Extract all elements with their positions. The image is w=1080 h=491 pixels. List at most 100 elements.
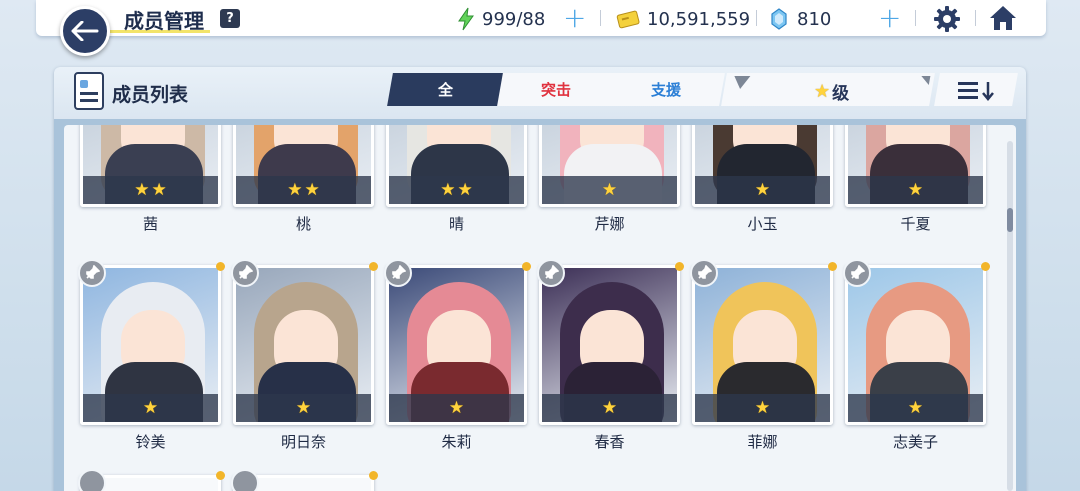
notification-dot [369, 471, 378, 480]
notification-dot [369, 262, 378, 271]
notification-dot [216, 262, 225, 271]
tab-all[interactable]: 全 [387, 73, 505, 106]
home-icon [990, 6, 1016, 30]
credits-value: 10,591,559 [647, 8, 751, 30]
home-button[interactable] [988, 4, 1018, 36]
member-portrait: ★ [386, 265, 527, 425]
star-icon: ★ [440, 179, 456, 200]
help-button[interactable]: ? [220, 9, 240, 28]
dropdown-corner-icon [919, 76, 931, 85]
stamina-value: 999/88 [482, 8, 546, 30]
member-name: 晴 [448, 215, 464, 233]
member-name: 铃美 [135, 433, 166, 451]
settings-button[interactable] [933, 5, 961, 37]
add-gems-button[interactable]: + [878, 4, 901, 32]
credits-display: 10,591,559 [616, 7, 750, 31]
member-card[interactable]: ★ 千夏 [845, 125, 986, 235]
member-card[interactable]: ★ 小玉 [692, 125, 833, 235]
member-grid[interactable]: ★ ★ 茜 ★ ★ 桃 ★ ★ 晴 ★ 芹娜 ★ 小玉 ★ 千夏 ★ 铃美 ★ 明日奈 ★ 朱莉 ★ 春香 ★ 菲娜 ★ 志美子 [64, 125, 1016, 491]
add-stamina-button[interactable]: + [563, 4, 586, 32]
notification-dot [981, 262, 990, 271]
filter-icon [732, 76, 751, 89]
back-button[interactable] [60, 6, 110, 56]
member-name: 小玉 [747, 215, 778, 233]
member-portrait: ★ [80, 265, 221, 425]
member-name: 茜 [142, 215, 158, 233]
page-title: 成员管理 [124, 9, 204, 33]
member-card[interactable]: ★ 铃美 [78, 259, 225, 453]
member-name: 春香 [594, 433, 625, 451]
roster-icon [74, 72, 104, 110]
star-icon: ★ [907, 397, 924, 418]
tab-striker[interactable]: 突击 [497, 73, 615, 106]
member-card[interactable]: ★ 朱莉 [384, 259, 531, 453]
member-card[interactable]: ★ 春香 [537, 259, 684, 453]
star-icon: ★ [814, 81, 831, 102]
gems-display: 810 [770, 7, 831, 31]
gems-value: 810 [797, 8, 832, 30]
divider [975, 10, 976, 26]
tab-special[interactable]: 支援 [607, 73, 725, 106]
star-rating: ★ ★ [83, 176, 218, 204]
star-rating: ★ [695, 394, 830, 422]
member-card[interactable]: ★ 芹娜 [539, 125, 680, 235]
star-icon: ★ [907, 179, 924, 200]
pin-icon[interactable] [384, 259, 412, 287]
member-portrait: ★ [845, 125, 986, 207]
pin-icon[interactable] [231, 469, 259, 491]
member-card[interactable]: ★ 明日奈 [231, 259, 378, 453]
star-icon: ★ [151, 179, 167, 200]
star-icon: ★ [457, 179, 473, 200]
pin-icon[interactable] [537, 259, 565, 287]
scrollbar-track[interactable] [1007, 141, 1013, 491]
tab-all-label: 全 [438, 81, 454, 99]
star-rating: ★ [542, 176, 677, 204]
gem-icon [771, 8, 787, 30]
credit-card-icon [616, 10, 640, 29]
pin-icon[interactable] [690, 259, 718, 287]
member-card[interactable]: ★ ★ 茜 [80, 125, 221, 235]
member-name: 朱莉 [441, 433, 472, 451]
star-icon: ★ [134, 179, 150, 200]
member-name: 千夏 [900, 215, 931, 233]
sort-descending-icon [958, 82, 994, 101]
star-icon: ★ [142, 397, 159, 418]
divider [756, 10, 757, 26]
scrollbar-thumb[interactable] [1007, 208, 1013, 232]
notification-dot [216, 471, 225, 480]
member-card[interactable]: ★ 志美子 [843, 259, 990, 453]
tab-striker-label: 突击 [540, 81, 571, 99]
tab-special-label: 支援 [650, 81, 681, 99]
notification-dot [675, 262, 684, 271]
divider [600, 10, 601, 26]
member-portrait: ★ [692, 125, 833, 207]
member-portrait: ★ [233, 265, 374, 425]
member-portrait: ★ [539, 125, 680, 207]
member-portrait: ★ [539, 265, 680, 425]
notification-dot [828, 262, 837, 271]
pin-icon[interactable] [78, 469, 106, 491]
notification-dot [522, 262, 531, 271]
star-icon: ★ [304, 179, 320, 200]
star-icon: ★ [295, 397, 312, 418]
pin-icon[interactable] [78, 259, 106, 287]
member-portrait: ★ ★ [233, 125, 374, 207]
member-name: 桃 [295, 215, 311, 233]
member-card[interactable]: ★ ★ 晴 [386, 125, 527, 235]
star-rating: ★ [695, 176, 830, 204]
star-rating: ★ [236, 394, 371, 422]
pin-icon[interactable] [231, 259, 259, 287]
member-card[interactable]: ★ ★ 桃 [233, 125, 374, 235]
pin-icon[interactable] [843, 259, 871, 287]
star-icon: ★ [754, 397, 771, 418]
stamina-display: 999/88 [456, 7, 545, 31]
star-rating: ★ [83, 394, 218, 422]
sort-value: 级 [832, 84, 850, 104]
member-name: 菲娜 [747, 433, 778, 451]
star-icon: ★ [601, 179, 618, 200]
star-rating: ★ [848, 394, 983, 422]
member-card[interactable]: ★ 菲娜 [690, 259, 837, 453]
member-name: 芹娜 [594, 215, 625, 233]
star-rating: ★ [389, 394, 524, 422]
star-rating: ★ [848, 176, 983, 204]
